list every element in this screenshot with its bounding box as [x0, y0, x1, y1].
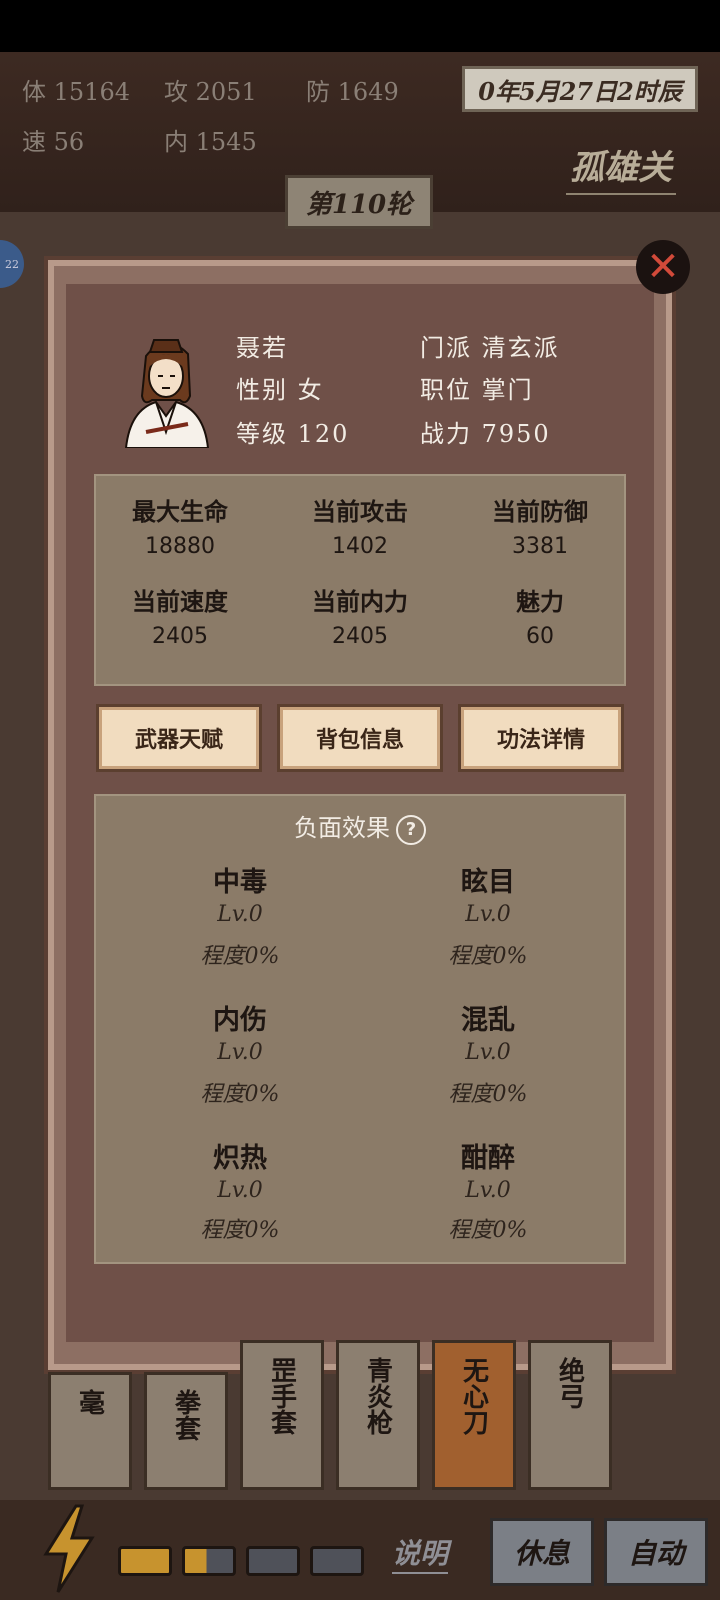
attr-label-charm: 魅力: [516, 587, 564, 616]
inventory-button[interactable]: 背包信息: [277, 704, 443, 772]
rest-button[interactable]: 休息: [490, 1518, 594, 1586]
character-power: 战力 7950: [420, 420, 551, 448]
explain-link[interactable]: 说明: [392, 1532, 449, 1574]
debuff-drunk-name: 酣醉: [461, 1143, 515, 1174]
debuff-injury-degree: 程度0%: [200, 1082, 280, 1107]
stat-defense: 防 1649: [306, 78, 399, 106]
attr-value-speed: 2405: [152, 624, 208, 649]
attr-label-inner: 当前内力: [312, 587, 408, 616]
weapon-card[interactable]: 罡手套: [240, 1340, 324, 1490]
weapon-talent-button[interactable]: 武器天赋: [96, 704, 262, 772]
energy-slot: [246, 1546, 300, 1576]
attr-value-max-hp: 18880: [145, 534, 215, 559]
stat-speed: 速 56: [22, 128, 85, 156]
debuff-dazzle-degree: 程度0%: [448, 944, 528, 969]
attr-label-defense: 当前防御: [492, 497, 588, 526]
debuff-drunk-level: Lv.0: [465, 1178, 511, 1203]
close-icon: ✕: [646, 244, 680, 290]
debuff-poison-level: Lv.0: [217, 902, 263, 927]
attr-label-attack: 当前攻击: [312, 497, 408, 526]
date-display: 0年5月27日2时辰: [462, 66, 698, 112]
auto-button[interactable]: 自动: [604, 1518, 708, 1586]
debuff-dazzle-level: Lv.0: [465, 902, 511, 927]
weapon-card[interactable]: 绝弓: [528, 1340, 612, 1490]
weapon-card-selected[interactable]: 无心刀: [432, 1340, 516, 1490]
weapon-card[interactable]: 拳套: [144, 1372, 228, 1490]
debuff-confusion-level: Lv.0: [465, 1040, 511, 1065]
character-position: 职位 掌门: [420, 376, 534, 404]
stat-inner: 内 1545: [164, 128, 257, 156]
character-avatar: [124, 339, 210, 448]
status-bar: [0, 0, 720, 52]
attr-value-attack: 1402: [332, 534, 388, 559]
character-sect: 门派 清玄派: [420, 334, 560, 362]
debuff-injury-name: 内伤: [213, 1005, 267, 1036]
character-name: 聂若: [236, 334, 288, 362]
debuff-burn-degree: 程度0%: [200, 1218, 280, 1243]
energy-slot: [182, 1546, 236, 1576]
debuffs-title: 负面效果?: [0, 808, 720, 845]
skills-detail-button[interactable]: 功法详情: [458, 704, 624, 772]
debuff-poison-degree: 程度0%: [200, 944, 280, 969]
weapon-card[interactable]: 毫: [48, 1372, 132, 1490]
debuff-burn-level: Lv.0: [217, 1178, 263, 1203]
attr-label-max-hp: 最大生命: [132, 497, 228, 526]
debuff-confusion-name: 混乱: [461, 1005, 515, 1036]
character-gender: 性别 女: [236, 376, 324, 404]
energy-slot: [118, 1546, 172, 1576]
round-indicator: 第110轮: [285, 175, 433, 229]
attr-value-defense: 3381: [512, 534, 568, 559]
help-icon[interactable]: ?: [396, 814, 426, 845]
lightning-icon: [43, 1504, 95, 1593]
character-level: 等级 120: [236, 420, 350, 448]
stat-attack: 攻 2051: [164, 78, 257, 106]
stat-hp: 体 15164: [22, 78, 130, 106]
attr-value-inner: 2405: [332, 624, 388, 649]
attr-value-charm: 60: [526, 624, 554, 649]
debuff-confusion-degree: 程度0%: [448, 1082, 528, 1107]
location-name: 孤雄关: [566, 140, 676, 195]
debuff-drunk-degree: 程度0%: [448, 1218, 528, 1243]
close-button[interactable]: ✕: [636, 240, 690, 294]
debuff-burn-name: 炽热: [213, 1143, 267, 1174]
attr-label-speed: 当前速度: [132, 587, 228, 616]
weapon-card[interactable]: 青炎枪: [336, 1340, 420, 1490]
debuff-injury-level: Lv.0: [217, 1040, 263, 1065]
energy-slot: [310, 1546, 364, 1576]
debuff-dazzle-name: 眩目: [461, 867, 515, 898]
debuff-poison-name: 中毒: [213, 867, 267, 898]
